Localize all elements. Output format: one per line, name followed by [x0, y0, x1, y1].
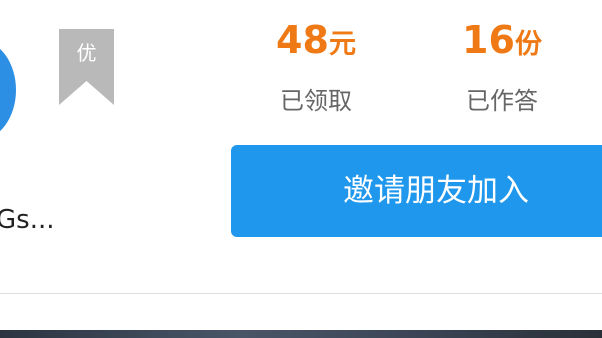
claimed-amount-value: 48元 — [246, 14, 386, 71]
premium-badge: 优 — [59, 29, 114, 105]
avatar[interactable] — [0, 40, 16, 140]
claimed-amount-unit: 元 — [328, 29, 356, 60]
username: Gs... — [0, 205, 55, 235]
badge-label: 优 — [76, 41, 97, 65]
answered-count-label: 已作答 — [466, 87, 538, 115]
answered-count-stat: 16份 已作答 — [432, 14, 572, 117]
survey-profile-card: Gs... 优 48元 已领取 16份 已作答 邀请朋友加入 — [0, 0, 602, 338]
answered-count-number: 16 — [462, 18, 515, 62]
claimed-amount-number: 48 — [276, 18, 329, 62]
answered-count-unit: 份 — [514, 29, 542, 60]
bottom-edge-strip — [0, 330, 602, 338]
claimed-amount-stat: 48元 已领取 — [246, 14, 386, 117]
claimed-amount-label: 已领取 — [280, 87, 352, 115]
invite-friends-button[interactable]: 邀请朋友加入 — [231, 145, 602, 237]
answered-count-value: 16份 — [432, 14, 572, 71]
